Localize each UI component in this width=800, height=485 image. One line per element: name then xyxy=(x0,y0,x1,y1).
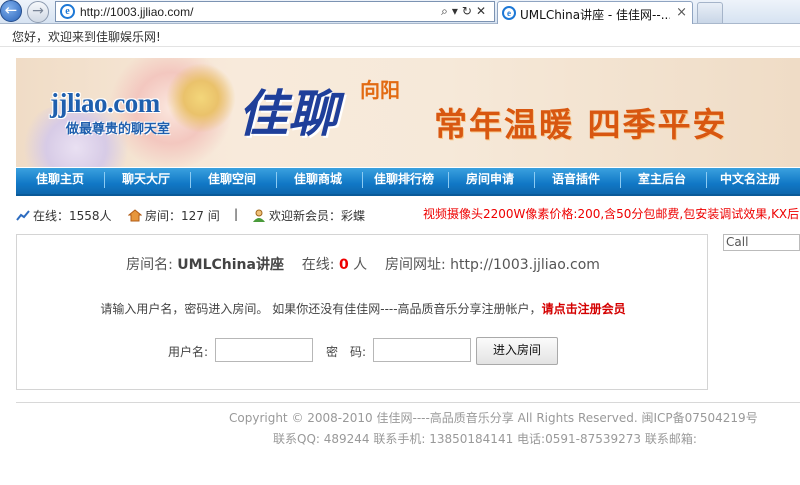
banner-slogan: 常年温暖 四季平安 xyxy=(434,105,728,144)
nav-separator xyxy=(448,172,449,188)
register-link[interactable]: 请点击注册会员 xyxy=(542,302,626,316)
nav-item-space[interactable]: 佳聊空间 xyxy=(196,168,268,194)
nav-item-ranking[interactable]: 佳聊排行榜 xyxy=(366,168,442,194)
main-nav: 佳聊主页 聊天大厅 佳聊空间 佳聊商城 佳聊排行榜 房间申请 语音插件 室主后台… xyxy=(16,168,800,196)
nav-item-cn-register[interactable]: 中文名注册 xyxy=(710,168,790,194)
browser-tab-active[interactable]: e UMLChina讲座 - 佳佳网--... × xyxy=(497,1,693,24)
footer-divider xyxy=(16,402,800,403)
enter-room-button[interactable]: 进入房间 xyxy=(476,337,558,365)
rooms-stat: 房间：127 间 xyxy=(128,207,220,224)
room-url-value: http://1003.jjliao.com xyxy=(450,257,600,273)
house-icon xyxy=(128,209,142,222)
browser-toolbar: ← → e http://1003.jjliao.com/ ⌕▾↻✕ e UML… xyxy=(0,0,800,24)
nav-item-owner-admin[interactable]: 室主后台 xyxy=(626,168,698,194)
ie-page-icon: e xyxy=(60,4,75,19)
login-form: 用户名: 密 码: 进入房间 xyxy=(17,337,709,365)
flower-decoration xyxy=(166,63,236,133)
nav-item-chat-hall[interactable]: 聊天大厅 xyxy=(110,168,182,194)
new-member-text: 欢迎新会员：彩蝶 xyxy=(269,209,366,223)
nav-item-voice-plugin[interactable]: 语音插件 xyxy=(540,168,612,194)
nav-item-mall[interactable]: 佳聊商城 xyxy=(282,168,354,194)
nav-item-home[interactable]: 佳聊主页 xyxy=(24,168,96,194)
rooms-count-text: 房间：127 间 xyxy=(145,209,220,223)
forward-button[interactable]: → xyxy=(27,1,49,23)
online-label: 在线: xyxy=(301,257,335,273)
user-icon xyxy=(253,209,265,222)
logo-subtitle: 做最尊贵的聊天室 xyxy=(66,122,171,137)
nav-separator xyxy=(620,172,621,188)
tab-title: UMLChina讲座 - 佳佳网--... xyxy=(520,8,670,22)
username-input[interactable] xyxy=(215,338,313,362)
nav-item-room-apply[interactable]: 房间申请 xyxy=(454,168,526,194)
nav-separator xyxy=(534,172,535,188)
stats-divider: | xyxy=(234,207,239,221)
footer-copyright: Copyright © 2008-2010 佳佳网----高品质音乐分享 All… xyxy=(229,411,758,425)
room-info-line: 房间名: UMLChina讲座 在线: 0 人 房间网址: http://100… xyxy=(17,254,709,274)
nav-separator xyxy=(190,172,191,188)
new-tab-button[interactable] xyxy=(697,2,723,23)
ie-tab-icon: e xyxy=(502,6,516,20)
site-banner: jjliao.com 做最尊贵的聊天室 佳聊 向阳 常年温暖 四季平安 xyxy=(16,58,800,167)
chart-icon xyxy=(16,209,30,222)
username-label: 用户名: xyxy=(168,345,209,359)
footer-contact: 联系QQ: 489244 联系手机: 13850184141 电话:0591-8… xyxy=(273,432,697,446)
room-login-panel: 房间名: UMLChina讲座 在线: 0 人 房间网址: http://100… xyxy=(16,234,708,390)
online-unit: 人 xyxy=(353,257,368,273)
room-url-label: 房间网址: xyxy=(384,257,446,273)
welcome-text: 您好，欢迎来到佳聊娱乐网! xyxy=(12,30,161,44)
address-bar[interactable]: e http://1003.jjliao.com/ ⌕▾↻✕ xyxy=(55,1,495,22)
tab-close-icon[interactable]: × xyxy=(676,5,687,20)
call-input[interactable]: Call xyxy=(723,234,800,251)
brand-subtitle: 向阳 xyxy=(360,78,400,102)
site-logo[interactable]: jjliao.com xyxy=(50,88,160,119)
password-input[interactable] xyxy=(373,338,471,362)
room-name-value: UMLChina讲座 xyxy=(177,257,284,273)
online-stat: 在线：1558人 xyxy=(16,207,112,224)
prompt-text: 请输入用户名，密码进入房间。 如果你还没有佳佳网----高品质音乐分享注册帐户， xyxy=(100,302,542,316)
ad-marquee[interactable]: 视频摄像头2200W像素价格:200,含50分包邮费,包安装调试效果,KX后台 xyxy=(423,205,800,223)
address-tools-icons[interactable]: ⌕▾↻✕ xyxy=(441,4,490,19)
new-member-stat: 欢迎新会员：彩蝶 xyxy=(252,207,365,224)
online-count-text: 在线：1558人 xyxy=(33,209,112,223)
online-count: 0 xyxy=(338,257,349,273)
brand-title: 佳聊 xyxy=(238,84,338,143)
address-url[interactable]: http://1003.jjliao.com/ xyxy=(80,5,193,19)
room-name-label: 房间名: xyxy=(126,257,173,273)
nav-separator xyxy=(276,172,277,188)
nav-separator xyxy=(104,172,105,188)
login-prompt: 请输入用户名，密码进入房间。 如果你还没有佳佳网----高品质音乐分享注册帐户，… xyxy=(17,300,709,317)
nav-separator xyxy=(706,172,707,188)
divider xyxy=(0,46,800,47)
nav-separator xyxy=(362,172,363,188)
back-button[interactable]: ← xyxy=(0,0,22,22)
password-label: 密 码: xyxy=(326,345,367,359)
